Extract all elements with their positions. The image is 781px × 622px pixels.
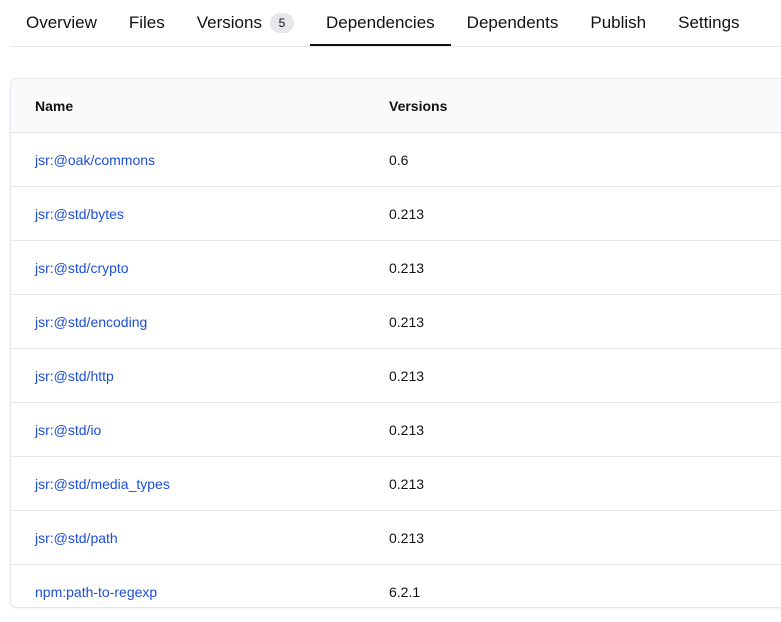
versions-count-badge: 5 — [269, 13, 294, 33]
tab-label: Dependencies — [325, 13, 435, 32]
column-header-versions: Versions — [389, 97, 448, 114]
table-header: Name Versions — [11, 79, 781, 133]
dependency-link[interactable]: jsr:@std/crypto — [35, 260, 129, 276]
table-row: jsr:@std/bytes 0.213 — [11, 187, 781, 241]
dependency-version: 6.2.1 — [389, 583, 421, 600]
dependency-link[interactable]: jsr:@std/bytes — [35, 206, 124, 222]
table-row: jsr:@std/http 0.213 — [11, 349, 781, 403]
column-header-name: Name — [35, 97, 74, 114]
dependency-link[interactable]: npm:path-to-regexp — [35, 584, 157, 600]
dependency-link[interactable]: jsr:@std/path — [35, 530, 118, 546]
tab-dependencies[interactable]: Dependencies — [309, 0, 451, 46]
tab-label: Publish — [590, 13, 647, 32]
dependency-link[interactable]: jsr:@std/http — [35, 368, 114, 384]
tab-publish[interactable]: Publish — [574, 0, 662, 46]
table-row: npm:path-to-regexp 6.2.1 — [11, 565, 781, 607]
table-row: jsr:@std/crypto 0.213 — [11, 241, 781, 295]
dependency-link[interactable]: jsr:@oak/commons — [35, 152, 155, 168]
tab-versions[interactable]: Versions 5 — [181, 0, 310, 46]
tab-overview[interactable]: Overview — [10, 0, 113, 46]
table-row: jsr:@std/media_types 0.213 — [11, 457, 781, 511]
table-row: jsr:@oak/commons 0.6 — [11, 133, 781, 187]
tab-label: Dependents — [466, 13, 559, 32]
dependency-version: 0.213 — [389, 529, 425, 546]
dependency-version: 0.213 — [389, 475, 425, 492]
tab-label: Versions — [196, 13, 262, 32]
package-tabs: Overview Files Versions 5 Dependencies D… — [10, 0, 781, 47]
dependency-link[interactable]: jsr:@std/io — [35, 422, 101, 438]
tab-label: Overview — [26, 13, 97, 32]
dependency-version: 0.213 — [389, 313, 425, 330]
dependency-version: 0.213 — [389, 421, 425, 438]
dependency-link[interactable]: jsr:@std/encoding — [35, 314, 147, 330]
tab-label: Settings — [678, 13, 740, 32]
tab-dependents[interactable]: Dependents — [451, 0, 575, 46]
table-row: jsr:@std/path 0.213 — [11, 511, 781, 565]
dependency-version: 0.213 — [389, 367, 425, 384]
dependency-version: 0.213 — [389, 259, 425, 276]
dependency-link[interactable]: jsr:@std/media_types — [35, 476, 170, 492]
table-row: jsr:@std/io 0.213 — [11, 403, 781, 457]
table-row: jsr:@std/encoding 0.213 — [11, 295, 781, 349]
tab-files[interactable]: Files — [113, 0, 181, 46]
dependency-version: 0.6 — [389, 151, 409, 168]
dependencies-table: Name Versions jsr:@oak/commons 0.6 jsr:@… — [10, 78, 781, 608]
dependency-version: 0.213 — [389, 205, 425, 222]
tab-label: Files — [128, 13, 165, 32]
tab-settings[interactable]: Settings — [662, 0, 755, 46]
